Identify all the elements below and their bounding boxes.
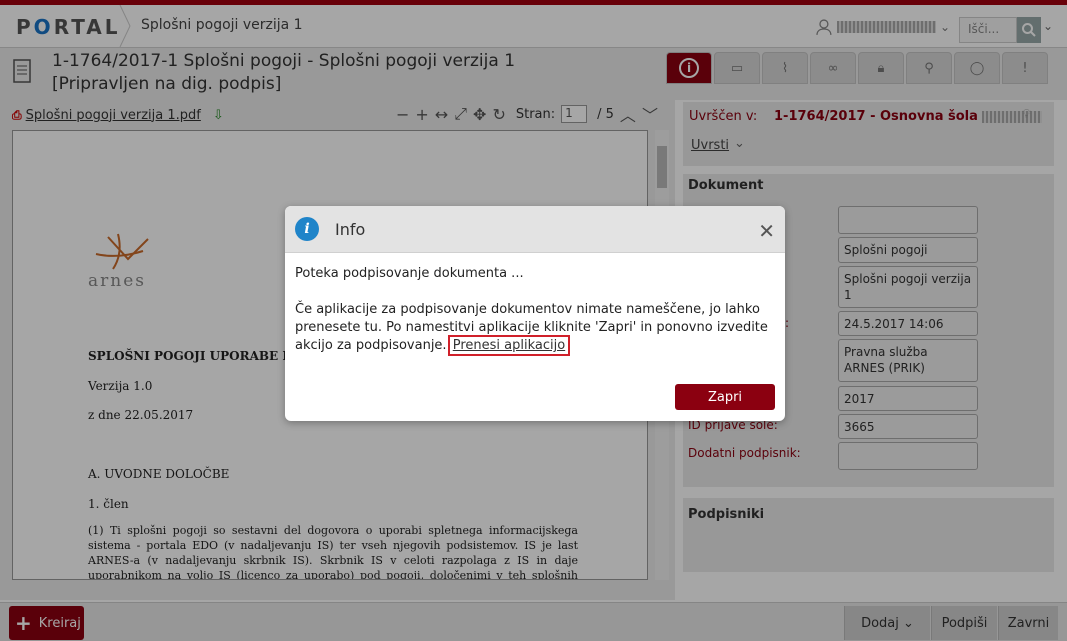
download-app-link[interactable]: Prenesi aplikacijo: [447, 335, 571, 356]
dialog-title: Info: [335, 219, 366, 239]
close-button[interactable]: Zapri: [675, 384, 775, 410]
dialog-message-instructions: Če aplikacije za podpisovanje dokumentov…: [295, 301, 775, 356]
info-icon: i: [295, 217, 319, 241]
dialog-message-status: Poteka podpisovanje dokumenta ...: [295, 266, 524, 281]
dialog-body: Poteka podpisovanje dokumenta ... Če apl…: [285, 253, 785, 367]
dialog-header: i Info ✕: [285, 206, 785, 253]
close-icon[interactable]: ✕: [758, 219, 775, 243]
info-dialog: i Info ✕ Poteka podpisovanje dokumenta .…: [285, 206, 785, 421]
